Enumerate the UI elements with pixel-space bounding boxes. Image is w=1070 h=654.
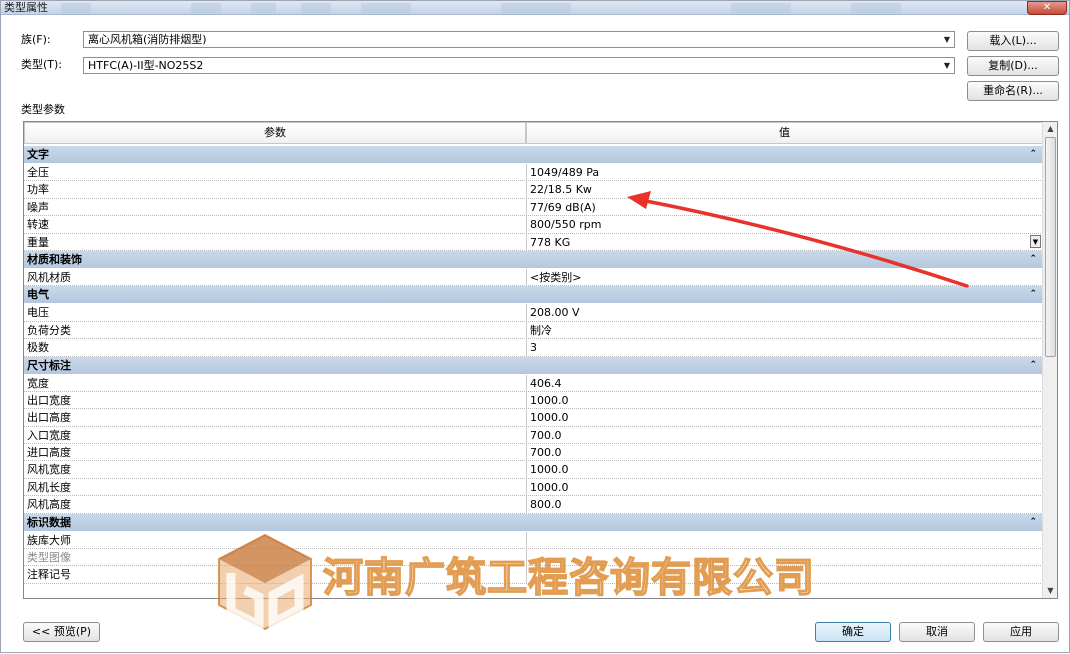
grid-rows: 文字 ⌃ 全压 1049/489 Pa 功率 22/18.5 Kw 噪声 77/69 … bbox=[24, 146, 1043, 584]
double-chevron-up-icon[interactable]: ⌃ bbox=[1029, 357, 1037, 374]
table-row[interactable]: 风机材质 <按类别> bbox=[24, 268, 1043, 287]
group-header-text[interactable]: 文字 ⌃ bbox=[24, 146, 1043, 163]
family-value: 离心风机箱(消防排烟型) bbox=[88, 33, 207, 46]
table-row[interactable]: 风机长度 1000.0 bbox=[24, 478, 1043, 497]
double-chevron-up-icon[interactable]: ⌃ bbox=[1029, 251, 1037, 268]
table-row[interactable]: 进口高度 700.0 bbox=[24, 444, 1043, 462]
table-row[interactable]: 电压 208.00 V bbox=[24, 304, 1043, 322]
column-header-value[interactable]: 值 bbox=[526, 122, 1043, 144]
table-row[interactable]: 入口宽度 700.0 bbox=[24, 426, 1043, 445]
type-label: 类型(T): bbox=[21, 58, 63, 71]
close-icon: ✕ bbox=[1042, 2, 1052, 13]
table-row[interactable]: 转速 800/550 rpm bbox=[24, 216, 1043, 234]
table-row[interactable]: 风机高度 800.0 bbox=[24, 496, 1043, 514]
ok-button[interactable]: 确定 bbox=[815, 622, 891, 642]
double-chevron-up-icon[interactable]: ⌃ bbox=[1029, 146, 1037, 163]
family-combobox[interactable]: 离心风机箱(消防排烟型) ▼ bbox=[83, 31, 955, 48]
table-row[interactable]: 功率 22/18.5 Kw bbox=[24, 181, 1043, 199]
table-row[interactable]: 出口宽度 1000.0 bbox=[24, 391, 1043, 410]
table-row[interactable]: 重量 778 KG ▼ bbox=[24, 233, 1043, 251]
type-value: HTFC(A)-II型-NO25S2 bbox=[88, 59, 204, 72]
vertical-scrollbar[interactable]: ▲ ▼ bbox=[1042, 122, 1057, 598]
background-window-ghost bbox=[251, 3, 276, 13]
double-chevron-up-icon[interactable]: ⌃ bbox=[1029, 514, 1037, 531]
background-window-ghost bbox=[301, 3, 331, 13]
double-chevron-up-icon[interactable]: ⌃ bbox=[1029, 286, 1037, 303]
type-combobox[interactable]: HTFC(A)-II型-NO25S2 ▼ bbox=[83, 57, 955, 74]
title-bar[interactable]: 类型属性 ✕ bbox=[1, 1, 1069, 15]
table-row[interactable]: 极数 3 bbox=[24, 339, 1043, 357]
scrollbar-thumb[interactable] bbox=[1045, 137, 1056, 357]
rename-button[interactable]: 重命名(R)... bbox=[967, 81, 1059, 101]
chevron-down-icon[interactable]: ▼ bbox=[940, 58, 954, 73]
type-parameters-grid[interactable]: 参数 值 文字 ⌃ 全压 1049/489 Pa 功率 22/18.5 Kw 噪声 7… bbox=[23, 121, 1058, 599]
grid-header: 参数 值 bbox=[24, 122, 1043, 144]
group-header-materials[interactable]: 材质和装饰 ⌃ bbox=[24, 250, 1043, 268]
duplicate-button[interactable]: 复制(D)... bbox=[967, 56, 1059, 76]
type-parameters-label: 类型参数 bbox=[21, 103, 65, 116]
preview-button[interactable]: << 预览(P) bbox=[23, 622, 100, 642]
weight-value-cell[interactable]: 778 KG ▼ bbox=[526, 233, 1043, 251]
group-header-dimensions[interactable]: 尺寸标注 ⌃ bbox=[24, 356, 1043, 374]
table-row[interactable]: 负荷分类 制冷 bbox=[24, 321, 1043, 340]
watermark-logo bbox=[218, 533, 312, 631]
scroll-down-icon[interactable]: ▼ bbox=[1043, 584, 1057, 598]
load-button[interactable]: 载入(L)... bbox=[967, 31, 1059, 51]
chevron-down-icon[interactable]: ▼ bbox=[940, 32, 954, 47]
table-row[interactable]: 全压 1049/489 Pa bbox=[24, 164, 1043, 182]
close-button[interactable]: ✕ bbox=[1027, 1, 1067, 15]
dialog-title: 类型属性 bbox=[4, 1, 48, 14]
scroll-up-icon[interactable]: ▲ bbox=[1043, 122, 1057, 136]
background-window-ghost bbox=[191, 3, 221, 13]
table-row[interactable]: 宽度 406.4 bbox=[24, 374, 1043, 392]
background-window-ghost bbox=[731, 3, 791, 13]
background-window-ghost bbox=[851, 3, 901, 13]
group-header-electrical[interactable]: 电气 ⌃ bbox=[24, 286, 1043, 304]
background-window-ghost bbox=[501, 3, 571, 13]
watermark-text: 河南广筑工程咨询有限公司 bbox=[322, 554, 815, 602]
cancel-button[interactable]: 取消 bbox=[899, 622, 975, 642]
background-window-ghost bbox=[361, 3, 411, 13]
background-window-ghost bbox=[61, 3, 91, 13]
table-row[interactable]: 出口高度 1000.0 bbox=[24, 409, 1043, 427]
table-row[interactable]: 噪声 77/69 dB(A) bbox=[24, 198, 1043, 217]
group-header-identity-data[interactable]: 标识数据 ⌃ bbox=[24, 513, 1043, 531]
type-properties-dialog: 类型属性 ✕ 族(F): 离心风机箱(消防排烟型) ▼ 载入(L)... 类型(… bbox=[0, 0, 1070, 653]
table-row[interactable]: 风机宽度 1000.0 bbox=[24, 461, 1043, 479]
table-row[interactable]: 族库大师 bbox=[24, 531, 1043, 550]
column-header-parameter[interactable]: 参数 bbox=[24, 122, 526, 144]
apply-button[interactable]: 应用 bbox=[983, 622, 1059, 642]
chevron-down-icon[interactable]: ▼ bbox=[1030, 234, 1041, 248]
family-label: 族(F): bbox=[21, 33, 51, 46]
